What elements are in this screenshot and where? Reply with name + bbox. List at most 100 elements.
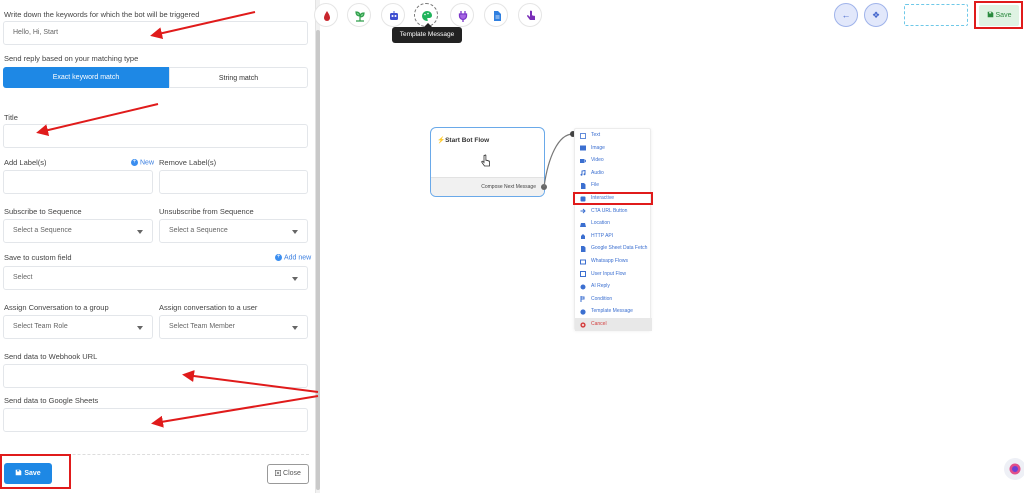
chat-widget-button[interactable] [1004,458,1024,480]
custom-field-select[interactable]: Select [3,266,308,290]
close-button[interactable]: Close [267,464,309,484]
menu-item-cancel[interactable]: Cancel [575,318,652,331]
file-icon [581,182,586,189]
menu-item-ai-reply[interactable]: AI Reply [575,280,652,293]
plus-icon: + [131,159,138,166]
hand-cursor-icon [481,154,490,167]
video-icon [580,158,586,163]
condition-icon [580,296,585,303]
interactive-icon [580,196,586,201]
plus-icon: + [275,254,282,261]
audio-icon [580,170,586,176]
input-icon [580,271,586,278]
floppy-disk-icon [987,11,993,18]
unsubscribe-sequence-label: Unsubscribe from Sequence [159,207,254,216]
google-sheets-label: Send data to Google Sheets [4,396,99,405]
menu-item-label: Whatsapp Flows [591,258,628,264]
menu-item-user-input-flow[interactable]: User Input Flow [575,268,652,281]
bolt-icon: ⚡ [437,137,446,144]
start-node-title-text: Start Bot Flow [445,137,490,144]
menu-item-label: Audio [591,169,604,176]
start-node-title: ⚡Start Bot Flow [437,136,489,144]
chat-bubble-icon [1009,463,1021,475]
save-button-label: Save [24,470,41,477]
text-icon [580,132,586,139]
title-label: Title [4,113,18,122]
drop-tool-button[interactable] [314,3,338,27]
assign-group-label: Assign Conversation to a group [4,303,109,312]
fit-view-button[interactable]: ❖ [864,3,888,27]
menu-item-condition[interactable]: Condition [575,293,652,306]
bot-settings-panel: Write down the keywords for which the bo… [0,0,316,493]
menu-item-label: CTA URL Button [591,207,628,214]
string-match-tab[interactable]: String match [169,67,308,88]
robot-tool-button[interactable] [381,3,405,27]
menu-item-http-api[interactable]: HTTP API [575,230,652,243]
robot-icon [390,11,398,20]
menu-item-template-message[interactable]: Template Message [575,305,652,318]
remove-labels-input[interactable] [159,170,308,194]
link-icon [580,208,586,214]
message-type-menu: Text Image Video Audio File Interactive CTA UR… [574,128,652,331]
pointer-tool-button[interactable] [518,3,542,27]
menu-item-label: User Input Flow [591,270,627,277]
menu-item-text[interactable]: Text [575,129,652,142]
menu-item-file[interactable]: File [575,179,652,192]
new-label-link[interactable]: + New [131,159,154,166]
template-message-tooltip: Template Message [392,23,462,43]
document-tool-button[interactable] [484,3,508,27]
menu-item-interactive[interactable]: Interactive [575,192,652,205]
top-save-button[interactable]: Save [979,5,1019,26]
menu-item-google-sheet-data-fetch[interactable]: Google Sheet Data Fetch [575,242,652,255]
add-new-text: Add new [284,254,312,262]
plant-tool-button[interactable] [347,3,371,27]
subscribe-sequence-select[interactable]: Select a Sequence [3,219,153,243]
team-role-select[interactable]: Select Team Role [3,315,153,339]
arrow-left-icon: ← [841,10,851,20]
menu-item-audio[interactable]: Audio [575,167,652,180]
plug-tool-button[interactable] [450,3,474,27]
add-labels-label: Add Label(s) [4,158,47,167]
flows-icon [580,259,586,264]
save-button[interactable]: Save [4,463,52,484]
team-member-select[interactable]: Select Team Member [159,315,308,339]
menu-item-label: Cancel [591,321,607,327]
menu-item-video[interactable]: Video [575,154,652,167]
unsubscribe-sequence-select[interactable]: Select a Sequence [159,219,308,243]
compose-next-message-label: Compose Next Message [481,184,536,190]
cancel-icon [580,321,586,328]
match-type-label: Send reply based on your matching type [4,54,139,63]
menu-item-label: Location [591,220,610,227]
add-labels-input[interactable] [3,170,153,194]
add-new-field-link[interactable]: + Add new [275,254,311,261]
menu-item-label: File [591,182,600,189]
custom-field-label: Save to custom field [4,253,72,262]
menu-item-location[interactable]: Location [575,217,652,230]
api-icon [581,234,585,240]
drop-icon [324,11,330,21]
exact-keyword-match-tab[interactable]: Exact keyword match [3,67,169,88]
start-node-footer: Compose Next Message [431,177,544,196]
top-save-label: Save [995,12,1012,19]
expand-icon: ❖ [871,10,881,20]
menu-item-label: Template Message [591,308,633,315]
assign-user-label: Assign conversation to a user [159,303,258,312]
webhook-url-input[interactable] [3,364,308,388]
flow-canvas[interactable] [320,0,1024,493]
menu-item-cta-url-button[interactable]: CTA URL Button [575,205,652,218]
menu-item-label: Interactive [591,195,615,201]
ai-icon [580,284,586,290]
menu-item-label: Image [591,144,605,151]
menu-item-whatsapp-flows[interactable]: Whatsapp Flows [575,255,652,268]
keywords-label: Write down the keywords for which the bo… [4,10,200,19]
menu-item-label: Condition [591,295,613,302]
close-square-icon [275,470,282,476]
image-icon [580,145,586,151]
subscribe-sequence-label: Subscribe to Sequence [4,207,82,216]
menu-item-image[interactable]: Image [575,142,652,155]
title-input[interactable] [3,124,308,148]
back-button[interactable]: ← [834,3,858,27]
keywords-input[interactable]: Hello, Hi, Start [3,21,308,45]
google-sheets-input[interactable] [3,408,308,432]
hand-pointer-icon [527,10,535,20]
